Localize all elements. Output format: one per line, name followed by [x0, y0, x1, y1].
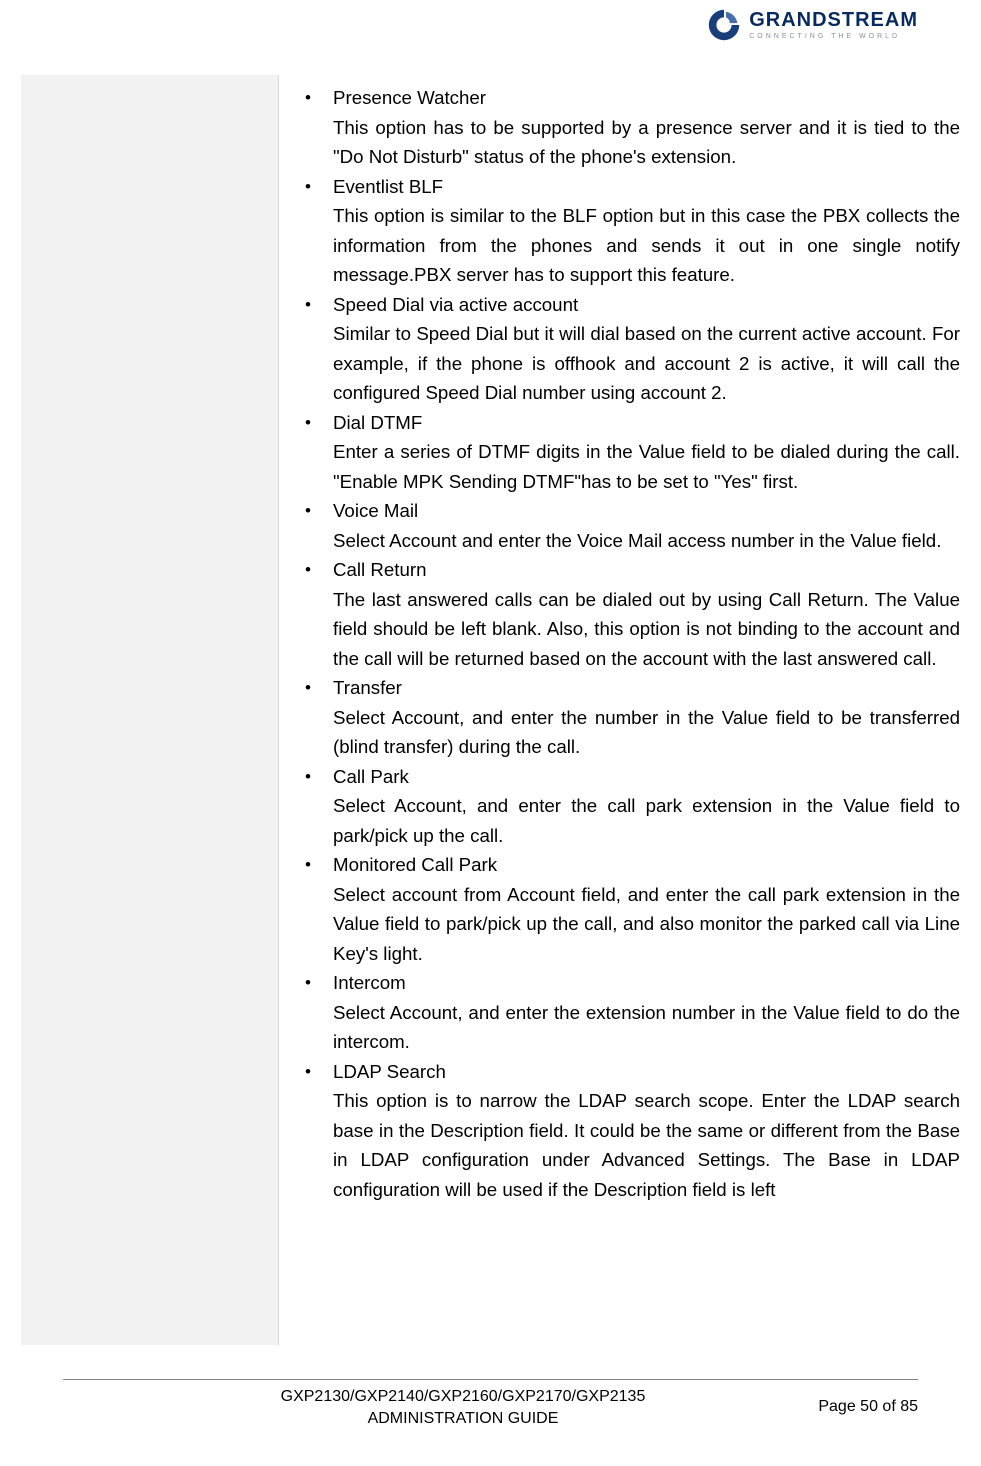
- option-description: Select Account, and enter the call park …: [333, 791, 960, 850]
- list-item: Intercom Select Account, and enter the e…: [301, 968, 960, 1057]
- list-item: Speed Dial via active account Similar to…: [301, 290, 960, 408]
- page-footer: GXP2130/GXP2140/GXP2160/GXP2170/GXP2135 …: [63, 1379, 918, 1430]
- logo-tagline: CONNECTING THE WORLD: [749, 33, 918, 40]
- brand-logo: GRANDSTREAM CONNECTING THE WORLD: [705, 6, 918, 44]
- logo-name: GRANDSTREAM: [749, 10, 918, 30]
- option-title: Eventlist BLF: [333, 172, 960, 202]
- footer-title: GXP2130/GXP2140/GXP2160/GXP2170/GXP2135 …: [163, 1386, 763, 1430]
- option-description: Select Account, and enter the number in …: [333, 703, 960, 762]
- option-title: Dial DTMF: [333, 408, 960, 438]
- option-description: Select Account, and enter the extension …: [333, 998, 960, 1057]
- option-title: Call Return: [333, 555, 960, 585]
- option-description: This option is to narrow the LDAP search…: [333, 1086, 960, 1204]
- page: GRANDSTREAM CONNECTING THE WORLD Presenc…: [0, 0, 981, 1466]
- option-description: The last answered calls can be dialed ou…: [333, 585, 960, 674]
- list-item: Dial DTMF Enter a series of DTMF digits …: [301, 408, 960, 497]
- option-title: Monitored Call Park: [333, 850, 960, 880]
- option-title: Speed Dial via active account: [333, 290, 960, 320]
- list-item: Voice Mail Select Account and enter the …: [301, 496, 960, 555]
- option-description: This option has to be supported by a pre…: [333, 113, 960, 172]
- option-title: LDAP Search: [333, 1057, 960, 1087]
- option-title: Transfer: [333, 673, 960, 703]
- footer-line2: ADMINISTRATION GUIDE: [368, 1410, 559, 1427]
- logo-text-block: GRANDSTREAM CONNECTING THE WORLD: [749, 10, 918, 40]
- list-item: Call Park Select Account, and enter the …: [301, 762, 960, 851]
- page-number: Page 50 of 85: [818, 1396, 918, 1418]
- option-description: Select Account and enter the Voice Mail …: [333, 526, 960, 556]
- option-description: This option is similar to the BLF option…: [333, 201, 960, 290]
- option-description: Enter a series of DTMF digits in the Val…: [333, 437, 960, 496]
- list-item: Presence Watcher This option has to be s…: [301, 83, 960, 172]
- option-title: Intercom: [333, 968, 960, 998]
- list-item: Eventlist BLF This option is similar to …: [301, 172, 960, 290]
- option-title: Presence Watcher: [333, 83, 960, 113]
- list-item: Transfer Select Account, and enter the n…: [301, 673, 960, 762]
- options-list: Presence Watcher This option has to be s…: [301, 83, 960, 1204]
- option-description: Similar to Speed Dial but it will dial b…: [333, 319, 960, 408]
- option-title: Call Park: [333, 762, 960, 792]
- content-area: Presence Watcher This option has to be s…: [21, 75, 960, 1345]
- footer-line1: GXP2130/GXP2140/GXP2160/GXP2170/GXP2135: [281, 1388, 646, 1405]
- table-description-column: Presence Watcher This option has to be s…: [279, 75, 960, 1345]
- table-label-column: [21, 75, 278, 1345]
- option-title: Voice Mail: [333, 496, 960, 526]
- option-description: Select account from Account field, and e…: [333, 880, 960, 969]
- list-item: Call Return The last answered calls can …: [301, 555, 960, 673]
- list-item: LDAP Search This option is to narrow the…: [301, 1057, 960, 1205]
- grandstream-logo-icon: [705, 6, 743, 44]
- list-item: Monitored Call Park Select account from …: [301, 850, 960, 968]
